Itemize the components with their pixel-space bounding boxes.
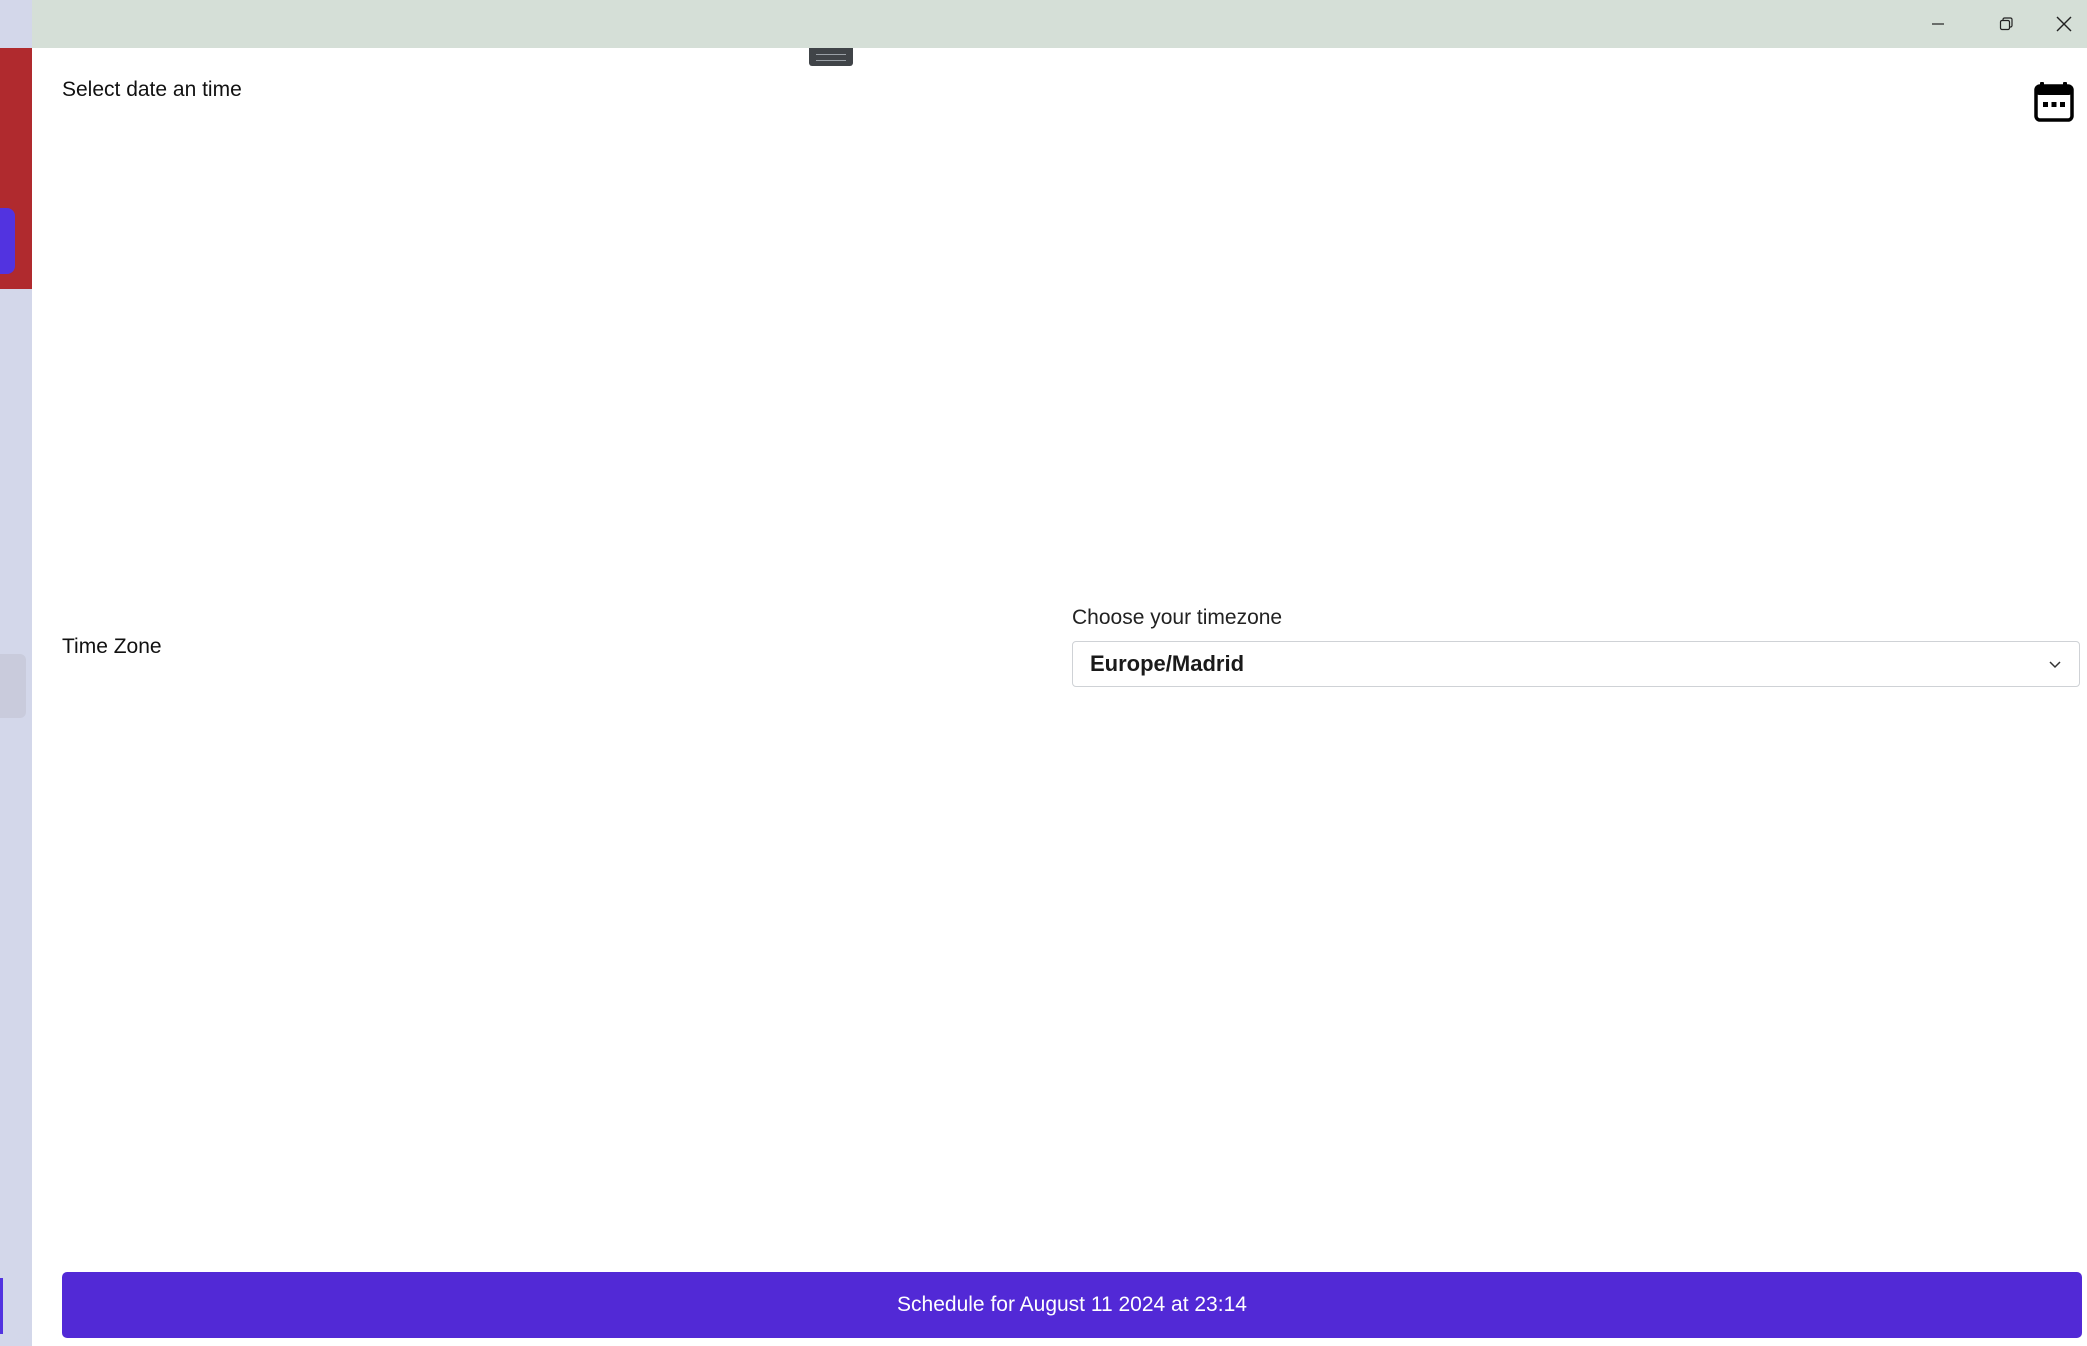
chevron-down-icon xyxy=(2047,656,2063,672)
minimize-button[interactable] xyxy=(1904,0,1972,48)
schedule-dialog: Select date an time Time Zone Choose you… xyxy=(32,48,2087,1346)
close-icon xyxy=(2056,16,2071,32)
timezone-row-label: Time Zone xyxy=(62,635,162,658)
background-app-button-edge xyxy=(0,1278,3,1334)
drag-handle[interactable] xyxy=(809,48,853,66)
background-app-tab xyxy=(0,208,15,274)
timezone-select[interactable]: Europe/Madrid xyxy=(1072,641,2080,687)
date-time-label: Select date an time xyxy=(62,78,242,101)
timezone-field: Choose your timezone Europe/Madrid xyxy=(1072,603,2082,687)
restore-button[interactable] xyxy=(1972,0,2040,48)
calendar-icon xyxy=(2034,82,2074,122)
screen: Select date an time Time Zone Choose you… xyxy=(0,0,2087,1346)
schedule-button[interactable]: Schedule for August 11 2024 at 23:14 xyxy=(62,1272,2082,1338)
window-titlebar[interactable] xyxy=(0,0,2087,48)
calendar-button[interactable] xyxy=(2034,79,2074,123)
timezone-caption: Choose your timezone xyxy=(1072,606,1283,629)
minimize-icon xyxy=(1932,23,1944,25)
close-button[interactable] xyxy=(2040,0,2087,48)
timezone-selected-value: Europe/Madrid xyxy=(1090,651,1245,676)
background-app-tab-secondary xyxy=(0,654,26,718)
titlebar-left-edge xyxy=(0,0,32,48)
restore-icon xyxy=(1999,17,2013,31)
